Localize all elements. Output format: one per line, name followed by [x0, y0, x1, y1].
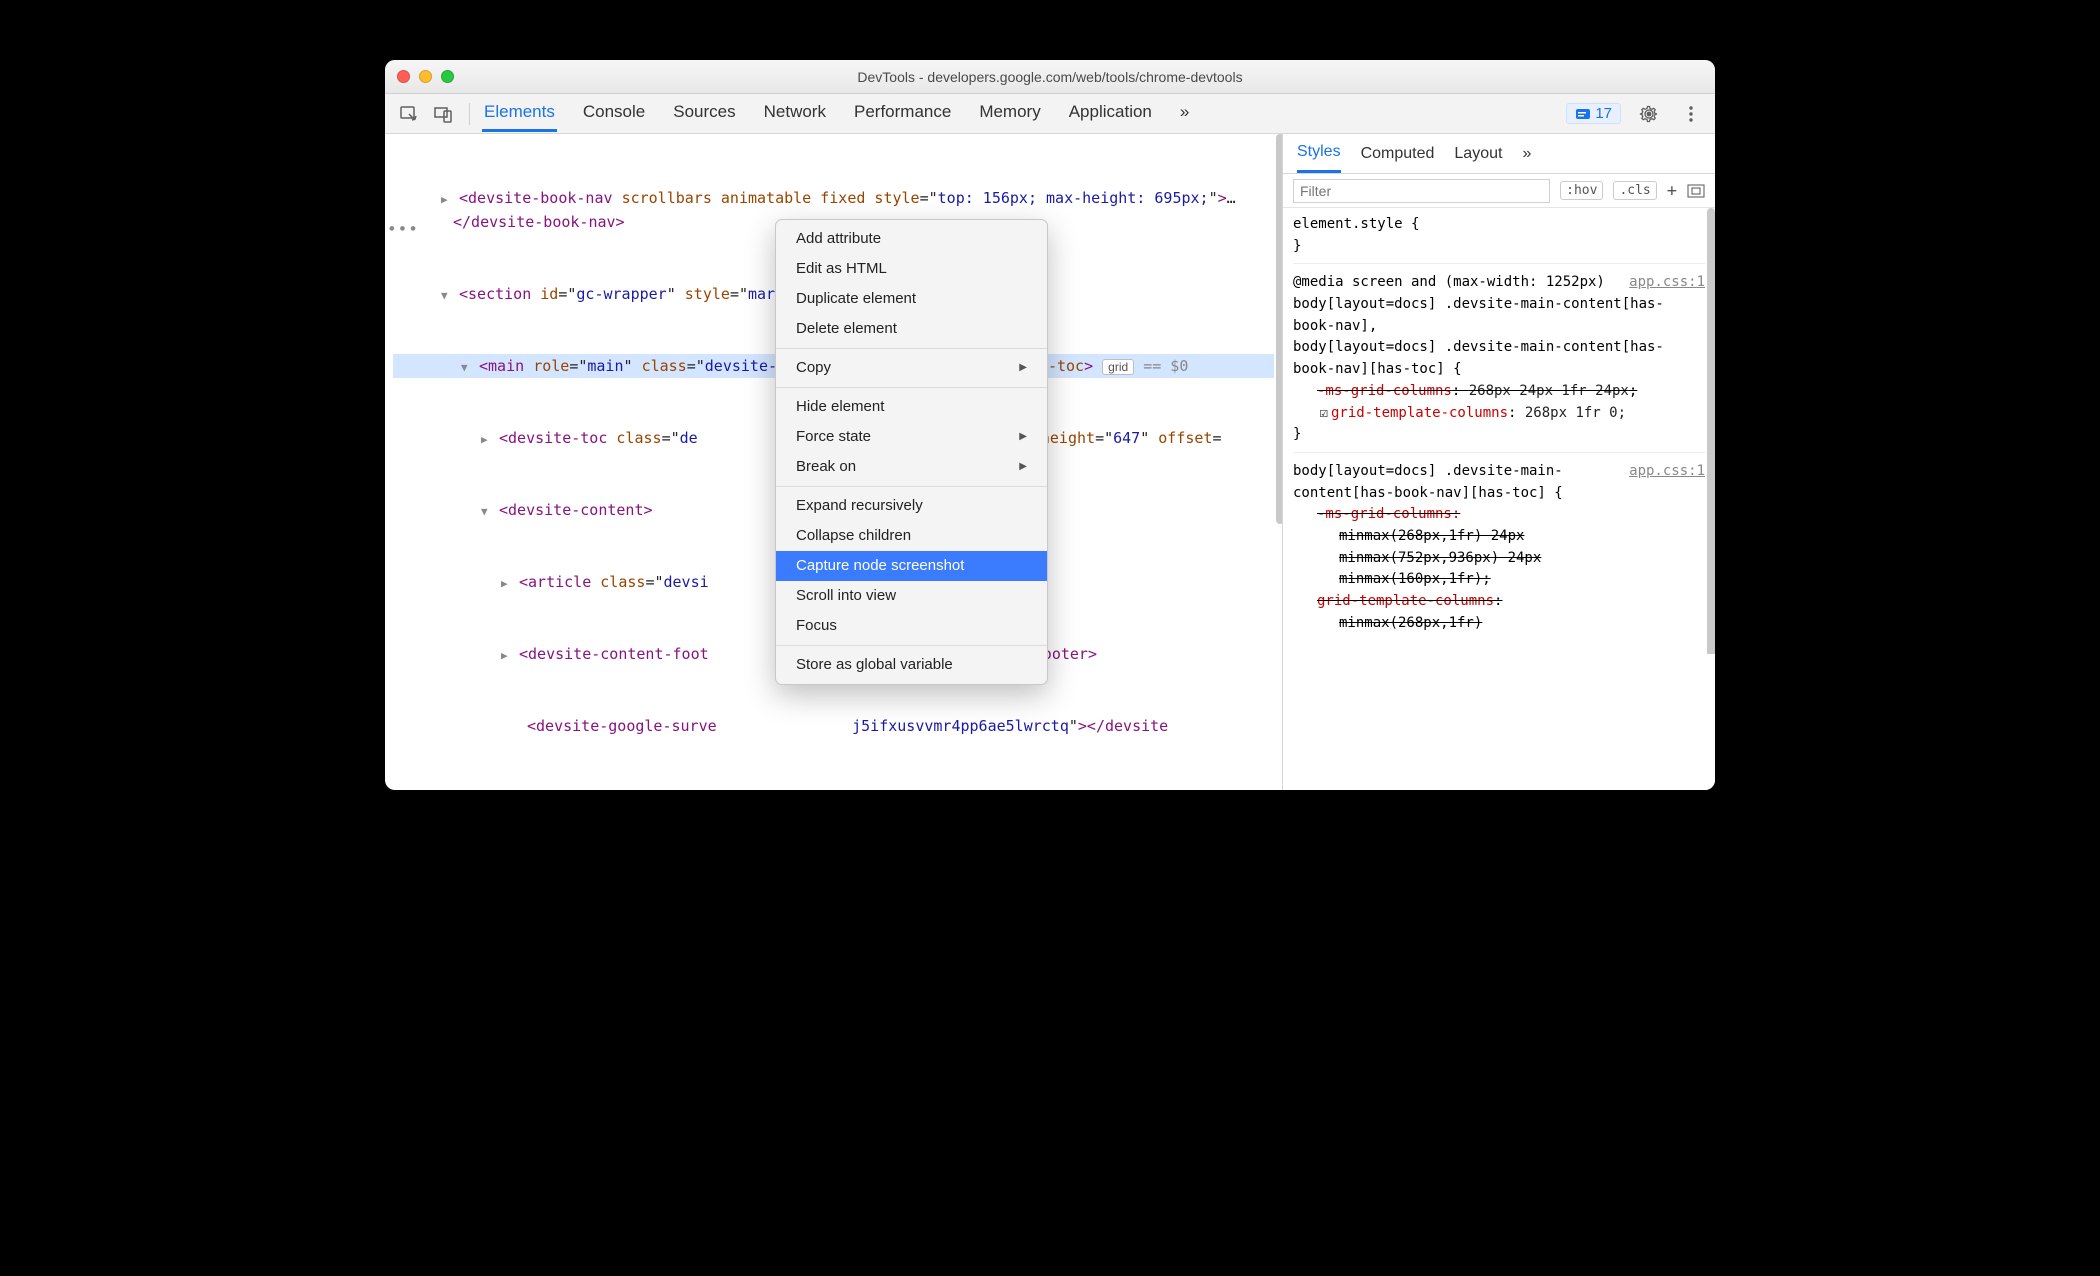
grid-badge[interactable]: grid [1102, 359, 1134, 375]
issue-counter[interactable]: 17 [1566, 103, 1621, 124]
elements-panel[interactable]: ∙∙∙ ▶<devsite-book-nav scrollbars animat… [385, 134, 1283, 790]
menu-expand-recursive[interactable]: Expand recursively [776, 491, 1047, 521]
selector: body[layout=docs] .devsite-main-content[… [1293, 337, 1705, 380]
styles-scrollbar[interactable] [1707, 208, 1715, 654]
window-title: DevTools - developers.google.com/web/too… [397, 69, 1703, 85]
dollar-zero: $0 [1170, 357, 1188, 375]
gutter-icon: ∙∙∙ [387, 216, 419, 242]
settings-icon[interactable] [1635, 100, 1663, 128]
panel-tabs: Elements Console Sources Network Perform… [482, 95, 1191, 132]
prop-strike[interactable]: -ms-grid-columns: 268px 24px 1fr 24px; [1293, 381, 1705, 403]
minimize-icon[interactable] [419, 70, 432, 83]
tabs-overflow-icon[interactable]: » [1178, 95, 1191, 132]
tab-elements[interactable]: Elements [482, 95, 557, 132]
tab-sources[interactable]: Sources [671, 95, 737, 132]
tab-layout[interactable]: Layout [1454, 136, 1502, 172]
styles-tabs-overflow[interactable]: » [1522, 136, 1531, 172]
device-toggle-icon[interactable] [429, 100, 457, 128]
menu-scroll-into-view[interactable]: Scroll into view [776, 581, 1047, 611]
menu-duplicate[interactable]: Duplicate element [776, 284, 1047, 314]
styles-toolbar: :hov .cls + [1283, 174, 1715, 208]
issue-count: 17 [1595, 105, 1612, 122]
prop-strike[interactable]: -ms-grid-columns: [1293, 504, 1705, 526]
tab-styles[interactable]: Styles [1297, 134, 1341, 173]
inspect-icon[interactable] [395, 100, 423, 128]
menu-add-attribute[interactable]: Add attribute [776, 224, 1047, 254]
tab-network[interactable]: Network [762, 95, 828, 132]
menu-hide[interactable]: Hide element [776, 392, 1047, 422]
maximize-icon[interactable] [441, 70, 454, 83]
tab-memory[interactable]: Memory [977, 95, 1042, 132]
menu-collapse[interactable]: Collapse children [776, 521, 1047, 551]
filter-input[interactable] [1293, 179, 1550, 203]
cls-toggle[interactable]: .cls [1613, 181, 1656, 200]
menu-store-global[interactable]: Store as global variable [776, 650, 1047, 680]
menu-edit-html[interactable]: Edit as HTML [776, 254, 1047, 284]
context-menu: Add attribute Edit as HTML Duplicate ele… [775, 219, 1048, 685]
style-val: top: 156px; max-height: 695px; [938, 189, 1209, 207]
menu-break-on[interactable]: Break on [776, 452, 1047, 482]
menu-capture-screenshot[interactable]: Capture node screenshot [776, 551, 1047, 581]
tab-computed[interactable]: Computed [1361, 136, 1435, 172]
close-icon[interactable] [397, 70, 410, 83]
titlebar: DevTools - developers.google.com/web/too… [385, 60, 1715, 94]
vertical-scrollbar[interactable] [1276, 134, 1283, 524]
prop-strike[interactable]: grid-template-columns: [1293, 591, 1705, 613]
kebab-menu-icon[interactable] [1677, 100, 1705, 128]
tab-console[interactable]: Console [581, 95, 647, 132]
hov-toggle[interactable]: :hov [1560, 181, 1603, 200]
devtools-window: DevTools - developers.google.com/web/too… [385, 60, 1715, 790]
menu-force-state[interactable]: Force state [776, 422, 1047, 452]
styles-tabs: Styles Computed Layout » [1283, 134, 1715, 174]
styles-sidebar: Styles Computed Layout » :hov .cls + ele… [1283, 134, 1715, 790]
selector: body[layout=docs] .devsite-main-content[… [1293, 294, 1705, 337]
prop[interactable]: ☑grid-template-columns: 268px 1fr 0; [1293, 403, 1705, 425]
menu-focus[interactable]: Focus [776, 611, 1047, 641]
tab-application[interactable]: Application [1067, 95, 1154, 132]
menu-delete[interactable]: Delete element [776, 314, 1047, 344]
source-link[interactable]: app.css:1 [1629, 461, 1705, 483]
box-model-icon[interactable] [1687, 184, 1705, 198]
new-style-button[interactable]: + [1667, 181, 1677, 201]
window-controls [397, 70, 454, 83]
styles-rules[interactable]: element.style { } app.css:1 @media scree… [1283, 208, 1715, 654]
tab-performance[interactable]: Performance [852, 95, 953, 132]
menu-copy[interactable]: Copy [776, 353, 1047, 383]
source-link[interactable]: app.css:1 [1629, 272, 1705, 294]
element-style-header: element.style { [1293, 214, 1705, 236]
main-toolbar: Elements Console Sources Network Perform… [385, 94, 1715, 134]
